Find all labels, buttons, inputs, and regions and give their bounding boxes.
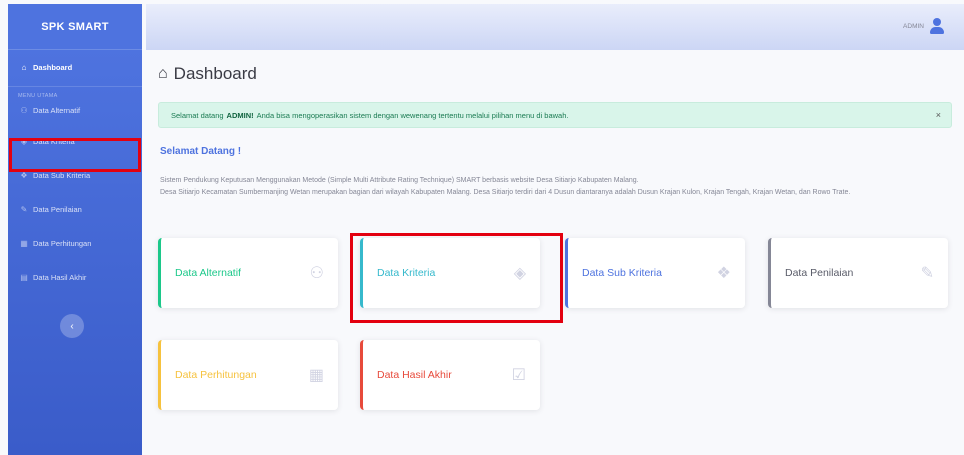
sidebar-item-label: Data Alternatif [33,105,81,115]
cubes-icon: ❖ [716,265,731,282]
highlight-box-sidebar [9,138,141,172]
description-line-2: Desa Sitiarjo Kecamatan Sumbermanjing We… [160,188,851,196]
highlight-box-card [350,233,563,323]
sidebar-item-label: Dashboard [33,62,73,72]
card-data-hasil-akhir[interactable]: Data Hasil Akhir ☑ [360,340,540,410]
welcome-alert: Selamat datang ADMIN! Anda bisa mengoper… [158,102,952,128]
sidebar-brand[interactable]: SPK SMART [8,4,142,50]
description: Sistem Pendukung Keputusan Menggunakan M… [160,175,950,198]
users-icon: ⚇ [309,265,324,282]
home-icon: ⌂ [158,65,168,82]
sidebar-item-data-alternatif[interactable]: ⚇ Data Alternatif [8,96,142,124]
close-icon[interactable]: × [936,110,941,120]
sidebar-item-label: Data Perhitungan [33,238,92,248]
alert-suffix: Anda bisa mengoperasikan sistem dengan w… [256,110,569,120]
chevron-left-icon: ‹ [70,320,74,332]
alert-prefix: Selamat datang [171,110,224,120]
sidebar-item-data-perhitungan[interactable]: ▦ Data Perhitungan [8,226,142,260]
card-label: Data Alternatif [175,267,241,279]
card-label: Data Penilaian [785,267,854,279]
description-line-1: Sistem Pendukung Keputusan Menggunakan M… [160,177,639,184]
user-menu[interactable]: ADMIN [903,18,944,34]
card-data-alternatif[interactable]: Data Alternatif ⚇ [158,238,338,308]
card-data-sub-kriteria[interactable]: Data Sub Kriteria ❖ [565,238,745,308]
welcome-heading: Selamat Datang ! [160,146,242,157]
sidebar: SPK SMART ⌂ Dashboard MENU UTAMA ⚇ Data … [8,4,142,455]
page-title-text: Dashboard [173,64,257,83]
topbar: ADMIN [146,4,964,50]
card-data-penilaian[interactable]: Data Penilaian ✎ [768,238,948,308]
edit-icon: ✎ [920,265,934,282]
user-name: ADMIN [903,22,924,30]
sidebar-item-label: Data Penilaian [33,204,82,214]
calendar-check-icon: ☑ [511,367,526,384]
alert-user: ADMIN! [226,110,254,120]
card-data-perhitungan[interactable]: Data Perhitungan ▦ [158,340,338,410]
user-icon [930,18,944,34]
users-icon: ⚇ [20,105,28,115]
chart-icon: ▤ [20,272,28,282]
home-icon: ⌂ [21,62,27,72]
card-label: Data Sub Kriteria [582,267,662,279]
sidebar-heading: MENU UTAMA [8,86,142,99]
sidebar-item-dashboard[interactable]: ⌂ Dashboard [8,50,142,84]
card-label: Data Perhitungan [175,369,257,381]
edit-icon: ✎ [20,204,28,214]
card-label: Data Hasil Akhir [377,369,452,381]
calculator-icon: ▦ [308,367,324,384]
sidebar-item-label: Data Hasil Akhir [33,272,87,282]
calculator-icon: ▦ [20,238,28,248]
sidebar-item-data-hasil-akhir[interactable]: ▤ Data Hasil Akhir [8,260,142,294]
sidebar-toggle-button[interactable]: ‹ [60,314,84,338]
sidebar-item-data-penilaian[interactable]: ✎ Data Penilaian [8,192,142,226]
page-title: ⌂ Dashboard [158,64,257,84]
app-frame: SPK SMART ⌂ Dashboard MENU UTAMA ⚇ Data … [0,0,964,455]
